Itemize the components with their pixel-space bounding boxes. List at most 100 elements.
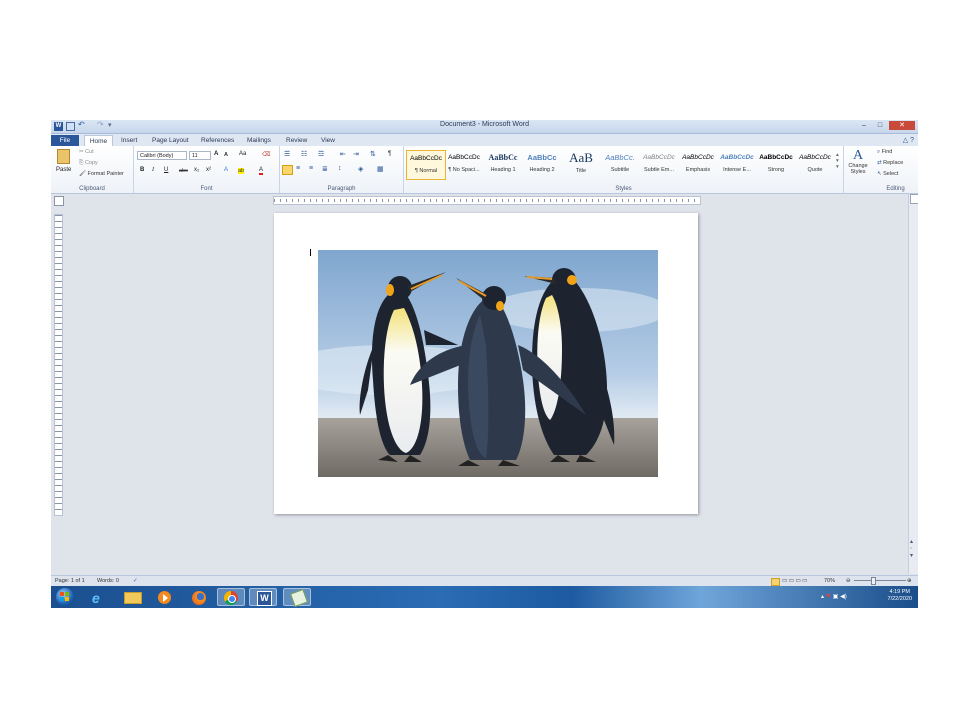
maximize-button[interactable]: □ xyxy=(873,121,887,130)
style-heading-1[interactable]: AaBbCc Heading 1 xyxy=(484,150,522,178)
font-family-select[interactable]: Calibri (Body) xyxy=(137,151,187,160)
replace-button[interactable]: ⇄ Replace xyxy=(877,160,903,166)
tab-file[interactable]: File xyxy=(51,135,79,146)
style-strong[interactable]: AaBbCcDc Strong xyxy=(757,150,795,178)
penguins-picture[interactable] xyxy=(318,250,658,477)
shrink-font-button[interactable]: A xyxy=(224,152,228,158)
word-count[interactable]: Words: 0 xyxy=(97,578,119,584)
word-icon[interactable]: W xyxy=(249,588,277,606)
document-page[interactable] xyxy=(274,213,698,514)
decrease-indent-icon[interactable]: ⇤ xyxy=(340,150,346,158)
style-subtle-emphasis[interactable]: AaBbCcDc Subtle Em... xyxy=(640,150,678,178)
clear-formatting-icon[interactable]: ⌫ xyxy=(262,151,270,158)
tab-page-layout[interactable]: Page Layout xyxy=(152,135,189,146)
volume-icon[interactable]: ◀) xyxy=(840,594,847,600)
justify-icon[interactable]: ≣ xyxy=(322,165,328,173)
style-preview: AaBbCc xyxy=(488,153,518,162)
style-name: Title xyxy=(575,168,587,174)
strikethrough-button[interactable]: abc xyxy=(179,168,188,174)
vertical-ruler[interactable] xyxy=(54,214,63,516)
minimize-button[interactable]: – xyxy=(857,121,871,130)
shading-icon[interactable]: ◈ xyxy=(358,165,363,173)
superscript-button[interactable]: x² xyxy=(206,167,211,173)
folder-icon[interactable] xyxy=(119,588,147,606)
ie-icon[interactable]: e xyxy=(85,588,113,606)
zoom-slider-thumb[interactable] xyxy=(871,577,876,585)
browse-object-icon[interactable]: ▴ ◦ ▾ xyxy=(910,539,913,560)
style-quote[interactable]: AaBbCcDc Quote xyxy=(796,150,834,178)
action-center-icon[interactable]: ⚑ xyxy=(826,594,831,600)
clock[interactable]: 4:19 PM 7/22/2020 xyxy=(888,589,912,603)
style-preview: AaBbCc. xyxy=(605,153,635,162)
horizontal-ruler[interactable] xyxy=(273,196,701,205)
ribbon: Paste ✂ Cut ⎘ Copy 🖌 Format Painter Clip… xyxy=(51,146,918,194)
windows-start-icon[interactable] xyxy=(53,588,77,606)
font-color-button[interactable]: A xyxy=(259,167,264,175)
tab-review[interactable]: Review xyxy=(286,135,307,146)
copy-button[interactable]: ⎘ Copy xyxy=(79,160,98,167)
style-emphasis[interactable]: AaBbCcDc Emphasis xyxy=(679,150,717,178)
styles-scroll-icon[interactable]: ▴ ▾ ▾ xyxy=(836,152,839,170)
format-painter-button[interactable]: 🖌 Format Painter xyxy=(79,171,124,177)
bullets-icon[interactable]: ☰ xyxy=(284,150,290,158)
help-icon[interactable]: △ ? xyxy=(903,136,914,144)
align-left-icon[interactable] xyxy=(282,165,293,175)
app-icon[interactable] xyxy=(283,588,311,607)
zoom-in-icon[interactable]: ⊕ xyxy=(907,578,912,584)
subscript-button[interactable]: x₂ xyxy=(194,167,199,173)
style-subtitle[interactable]: AaBbCc. Subtitle xyxy=(601,150,639,178)
font-label: Font xyxy=(200,186,213,192)
system-tray[interactable]: ▴ ⚑ ▣ ◀) xyxy=(821,593,847,600)
align-right-icon[interactable]: ≡ xyxy=(309,165,313,172)
sort-icon[interactable]: ⇅ xyxy=(370,150,376,158)
zoom-slider[interactable] xyxy=(854,580,906,581)
find-button[interactable]: ⌕ Find xyxy=(877,149,892,156)
style-intense-emphasis[interactable]: AaBbCcDc Intense E... xyxy=(718,150,756,178)
tab-references[interactable]: References xyxy=(201,135,234,146)
increase-indent-icon[interactable]: ⇥ xyxy=(353,150,359,158)
text-cursor xyxy=(310,249,311,256)
show-formatting-button[interactable]: ¶ xyxy=(388,151,391,157)
vertical-scrollbar[interactable]: ▴ ◦ ▾ xyxy=(908,194,918,574)
zoom-out-icon[interactable]: ⊖ xyxy=(846,578,851,584)
align-center-icon[interactable]: ≡ xyxy=(296,165,300,172)
text-effects-button[interactable]: A xyxy=(224,167,228,173)
style-heading-2[interactable]: AaBbCc Heading 2 xyxy=(523,150,561,178)
paste-button[interactable]: Paste xyxy=(56,167,71,173)
firefox-icon[interactable] xyxy=(185,588,213,606)
bold-button[interactable]: B xyxy=(140,167,144,173)
numbering-icon[interactable]: ☷ xyxy=(301,150,307,158)
change-case-button[interactable]: Aa xyxy=(239,151,246,157)
borders-icon[interactable]: ▦ xyxy=(377,165,384,173)
cut-button[interactable]: ✂ Cut xyxy=(79,149,94,155)
highlight-button[interactable]: ab xyxy=(238,168,245,174)
style-preview: AaBbCc xyxy=(527,153,557,162)
print-layout-icon[interactable] xyxy=(771,578,780,586)
font-size-select[interactable]: 11 xyxy=(189,151,211,160)
network-icon[interactable]: ▣ xyxy=(833,594,839,600)
style-normal[interactable]: AaBbCcDc ¶ Normal xyxy=(406,150,446,180)
tab-mailings[interactable]: Mailings xyxy=(247,135,271,146)
italic-button[interactable]: I xyxy=(152,167,154,173)
ruler-toggle-button[interactable] xyxy=(54,196,64,206)
multilevel-list-icon[interactable]: ☲ xyxy=(318,150,324,158)
paste-icon[interactable] xyxy=(57,149,70,164)
grow-font-button[interactable]: A xyxy=(214,151,218,157)
tab-view[interactable]: View xyxy=(321,135,335,146)
view-buttons[interactable]: ▭ ▭ ▭ ▭ xyxy=(782,578,807,584)
underline-button[interactable]: U xyxy=(164,167,168,173)
close-button[interactable]: ✕ xyxy=(889,121,915,130)
style-name: Heading 1 xyxy=(490,167,516,173)
page-count[interactable]: Page: 1 of 1 xyxy=(55,578,85,584)
style-title[interactable]: AaB Title xyxy=(562,150,600,178)
media-player-icon[interactable] xyxy=(151,588,179,606)
chrome-icon[interactable] xyxy=(217,588,245,606)
change-styles-button[interactable]: A Change Styles xyxy=(844,148,872,184)
style-no-spacing[interactable]: AaBbCcDc ¶ No Spaci... xyxy=(445,150,483,178)
tab-insert[interactable]: Insert xyxy=(121,135,137,146)
proofing-icon[interactable]: ✓ xyxy=(133,578,138,584)
ruler-view-icon[interactable] xyxy=(910,194,918,204)
select-button[interactable]: ↖ Select xyxy=(877,171,898,177)
line-spacing-icon[interactable]: ↕ xyxy=(338,165,342,172)
zoom-level[interactable]: 70% xyxy=(824,578,835,584)
